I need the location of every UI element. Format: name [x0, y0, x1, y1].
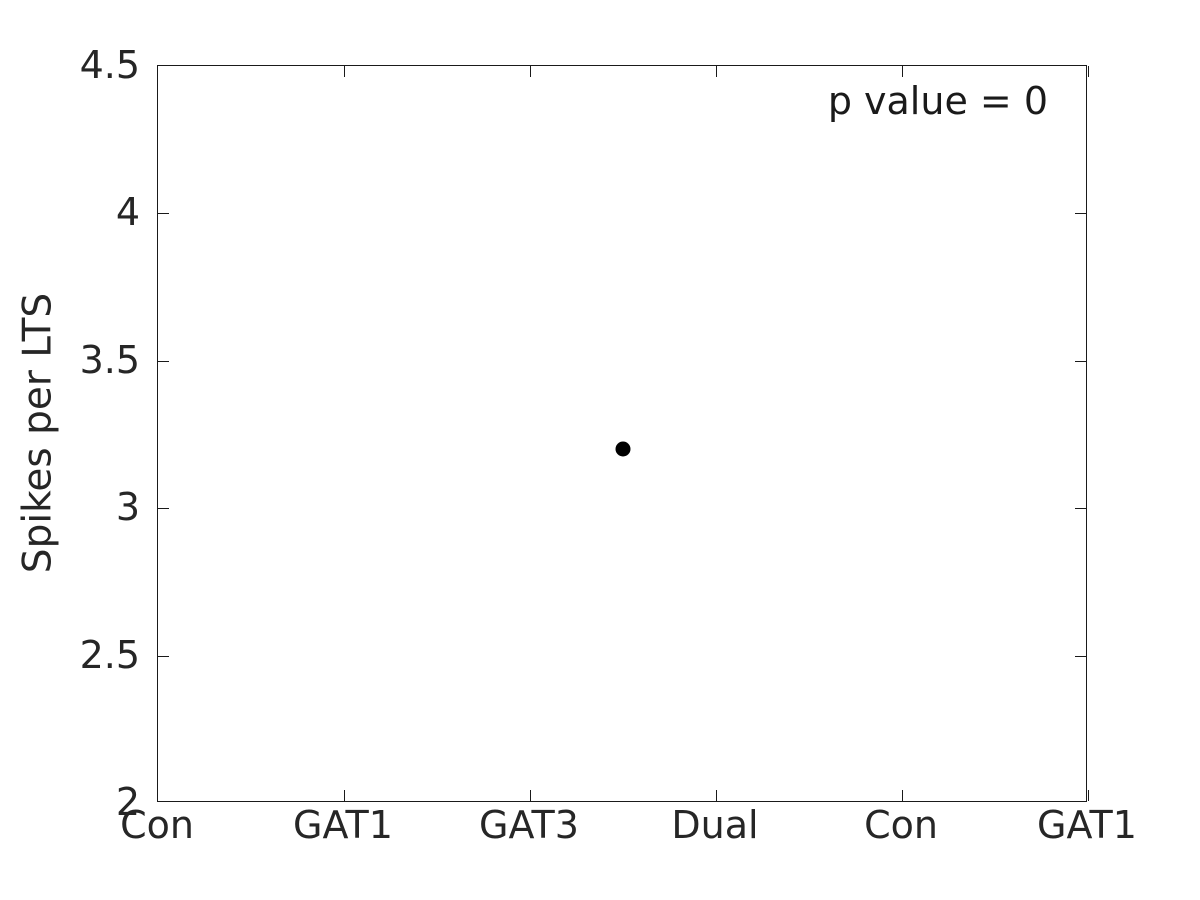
y-tick-mark-right — [1075, 508, 1086, 510]
y-tick-label: 4 — [115, 190, 140, 235]
y-tick-mark-right — [1075, 360, 1086, 362]
x-tick-mark-top — [716, 66, 717, 77]
plot-area: p value = 0 — [157, 65, 1089, 802]
x-tick-mark-bottom — [1088, 790, 1089, 801]
y-axis-title: Spikes per LTS — [15, 292, 61, 574]
x-tick-mark-bottom — [902, 790, 903, 801]
x-tick-mark-top — [902, 66, 903, 77]
figure-canvas: Spikes per LTS 4.5 4 3.5 3 2.5 2 Con GAT… — [0, 0, 1200, 900]
data-point-marker — [615, 441, 631, 457]
x-tick-mark-top — [344, 66, 345, 77]
y-tick-mark-right — [1075, 213, 1086, 215]
y-tick-label: 3 — [115, 485, 140, 530]
x-tick-label: GAT1 — [1037, 803, 1137, 847]
y-tick-label: 2.5 — [79, 632, 140, 677]
y-tick-mark-left — [158, 655, 169, 657]
y-tick-mark-left — [158, 360, 169, 362]
x-tick-mark-bottom — [716, 790, 717, 801]
x-tick-mark-top — [1088, 66, 1089, 77]
x-tick-mark-bottom — [530, 790, 531, 801]
y-tick-mark-left — [158, 508, 169, 510]
y-tick-label: 4.5 — [79, 43, 140, 87]
p-value-annotation: p value = 0 — [827, 79, 1048, 123]
y-tick-mark-right — [1075, 655, 1086, 657]
x-tick-mark-bottom — [344, 790, 345, 801]
y-tick-label: 3.5 — [79, 337, 140, 382]
x-tick-mark-top — [530, 66, 531, 77]
y-tick-mark-left — [158, 213, 169, 215]
